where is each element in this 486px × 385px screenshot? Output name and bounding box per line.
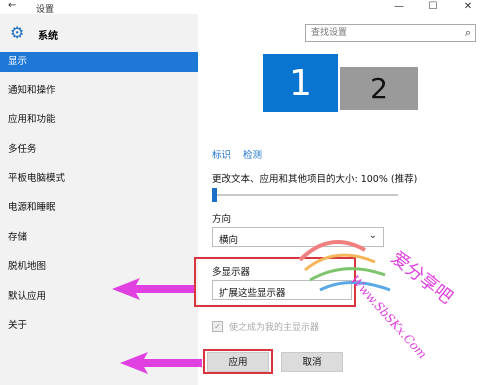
close-button[interactable]: ✕: [455, 0, 481, 14]
main-display-checkbox[interactable]: ✓: [212, 321, 223, 332]
identify-link[interactable]: 标识: [212, 147, 231, 161]
multi-display-dropdown[interactable]: 扩展这些显示器: [212, 280, 352, 300]
sidebar-item-storage[interactable]: 存储: [0, 228, 198, 248]
search-input[interactable]: [306, 25, 454, 41]
watermark-title: 爱分享吧: [387, 247, 457, 308]
orientation-value: 横向: [219, 235, 239, 246]
sidebar-header-label: 系统: [38, 31, 58, 42]
monitor-2-tile[interactable]: 2: [340, 67, 418, 110]
detect-link[interactable]: 检测: [243, 147, 262, 161]
orientation-label: 方向: [212, 214, 232, 225]
sidebar-header[interactable]: ⚙ 系统: [0, 22, 198, 44]
sidebar-item-apps[interactable]: 应用和功能: [0, 110, 198, 130]
apply-button[interactable]: 应用: [207, 352, 269, 372]
main-display-checkbox-label: 使之成为我的主显示器: [229, 323, 320, 333]
sidebar: ⚙ 系统 显示 通知和操作 应用和功能 多任务 平板电脑模式 电源和睡眠 存储 …: [0, 14, 198, 385]
sidebar-item-about[interactable]: 关于: [0, 316, 198, 336]
chevron-down-icon: ⌄: [368, 230, 377, 241]
arrow-pointer-apply: [120, 352, 202, 374]
cancel-button[interactable]: 取消: [281, 352, 343, 372]
gear-icon: ⚙: [10, 23, 25, 42]
watermark-url: Www.SbSKx.Com: [348, 273, 430, 362]
sidebar-item-display[interactable]: 显示: [0, 52, 198, 72]
arrow-pointer-multi-display: [112, 278, 194, 300]
scale-label: 更改文本、应用和其他项目的大小: 100% (推荐): [212, 174, 418, 185]
search-icon[interactable]: ⌕: [465, 26, 471, 40]
sidebar-item-power-sleep[interactable]: 电源和睡眠: [0, 198, 198, 218]
scale-slider-track[interactable]: [212, 194, 398, 196]
scale-slider-thumb[interactable]: [212, 188, 217, 202]
sidebar-item-multitasking[interactable]: 多任务: [0, 140, 198, 160]
title-bar: ← 设置 — ☐ ✕: [0, 0, 486, 15]
minimize-button[interactable]: —: [386, 0, 412, 14]
multi-display-label: 多显示器: [212, 267, 251, 278]
multi-display-value: 扩展这些显示器: [219, 288, 286, 299]
monitor-1-tile[interactable]: 1: [263, 54, 338, 112]
sidebar-item-notifications[interactable]: 通知和操作: [0, 81, 198, 101]
back-arrow-icon[interactable]: ←: [8, 0, 16, 11]
sidebar-item-tablet-mode[interactable]: 平板电脑模式: [0, 169, 198, 189]
maximize-button[interactable]: ☐: [420, 0, 446, 14]
orientation-dropdown[interactable]: 横向 ⌄: [212, 227, 384, 247]
search-box[interactable]: ⌕: [305, 24, 476, 42]
